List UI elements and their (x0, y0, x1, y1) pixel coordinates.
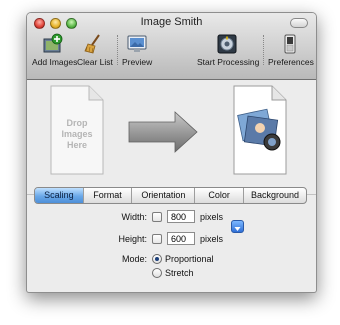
width-checkbox[interactable] (152, 212, 162, 222)
height-field[interactable]: 600 (167, 232, 195, 245)
units-popup-button[interactable] (231, 220, 244, 233)
clear-list-label: Clear List (77, 57, 113, 67)
tab-color[interactable]: Color (194, 188, 243, 203)
height-checkbox[interactable] (152, 234, 162, 244)
drop-images-label: Drop Images Here (61, 118, 93, 150)
width-field[interactable]: 800 (167, 210, 195, 223)
start-processing-icon (217, 34, 237, 54)
add-image-icon (43, 33, 63, 53)
chevron-down-icon (234, 227, 241, 231)
height-label: Height: (118, 234, 147, 244)
titlebar: Image Smith Add Images Clear List Previe… (27, 13, 316, 80)
clear-list-button[interactable]: Clear List (77, 33, 113, 77)
start-processing-label: Start Processing (197, 57, 260, 67)
preferences-switch-icon (284, 34, 296, 54)
mode-label: Mode: (121, 254, 147, 264)
tab-background[interactable]: Background (243, 188, 306, 203)
width-label: Width: (121, 212, 147, 222)
tab-format[interactable]: Format (82, 188, 132, 203)
start-processing-button[interactable]: Start Processing (197, 33, 260, 77)
image-document-icon (233, 85, 287, 175)
drop-zone[interactable]: Drop Images Here (27, 80, 316, 185)
toolbar-toggle-button[interactable] (290, 18, 308, 28)
proportional-radio[interactable] (152, 254, 162, 264)
add-images-label: Add Images (32, 57, 78, 67)
stretch-label: Stretch (165, 268, 194, 278)
stretch-radio[interactable] (152, 268, 162, 278)
preferences-label: Preferences (268, 57, 314, 67)
tab-scaling[interactable]: Scaling (35, 188, 83, 203)
tab-orientation[interactable]: Orientation (131, 188, 194, 203)
toolbar-separator (263, 35, 264, 65)
width-units: pixels (200, 212, 224, 222)
preview-label: Preview (122, 57, 153, 67)
settings-tabs: Scaling Format Orientation Color Backgro… (34, 187, 307, 204)
broom-icon (84, 34, 100, 54)
preferences-button[interactable]: Preferences (268, 33, 314, 77)
preview-icon (127, 35, 147, 52)
toolbar-separator (117, 35, 118, 65)
app-window: Image Smith Add Images Clear List Previe… (26, 12, 317, 293)
window-title: Image Smith (140, 16, 203, 28)
proportional-label: Proportional (165, 254, 214, 264)
right-arrow-icon (128, 111, 198, 153)
add-images-button[interactable]: Add Images (32, 33, 78, 77)
preview-button[interactable]: Preview (122, 33, 152, 77)
height-units: pixels (200, 234, 224, 244)
